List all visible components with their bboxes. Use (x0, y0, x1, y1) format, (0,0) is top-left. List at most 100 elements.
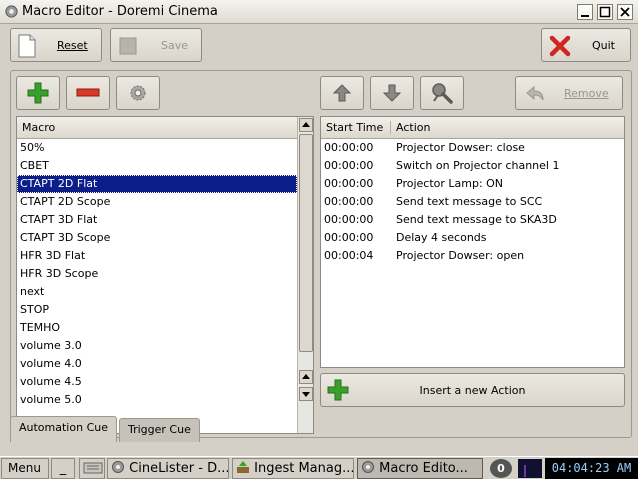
delete-macro-button[interactable] (66, 76, 110, 110)
row-action: Projector Lamp: ON (396, 177, 504, 190)
window-title: Macro Editor - Doremi Cinema (22, 4, 218, 19)
table-row[interactable]: 00:00:00 Send text message to SCC (321, 193, 624, 211)
row-action: Projector Dowser: open (396, 249, 525, 262)
scroll-up-arrow-icon (302, 122, 310, 127)
list-item[interactable]: CBET (17, 157, 297, 175)
minimize-button[interactable] (577, 4, 593, 20)
list-item[interactable]: STOP (17, 301, 297, 319)
list-item[interactable]: next (17, 283, 297, 301)
insert-action-button[interactable]: Insert a new Action (320, 373, 625, 407)
keyboard-icon (83, 462, 103, 474)
list-item[interactable]: HFR 3D Scope (17, 265, 297, 283)
table-row[interactable]: 00:00:00 Switch on Projector channel 1 (321, 157, 624, 175)
task-macro-editor-label: Macro Edito... (379, 461, 468, 476)
undo-arrow-icon (526, 85, 544, 101)
list-item[interactable]: CTAPT 2D Flat (17, 175, 297, 193)
save-label: Save (161, 39, 189, 52)
list-item[interactable]: 50% (17, 139, 297, 157)
list-item[interactable]: CTAPT 2D Scope (17, 193, 297, 211)
scroll-up-arrow-icon (302, 374, 310, 379)
scrollbar-thumb[interactable] (299, 134, 313, 352)
list-item[interactable]: volume 3.0 (17, 337, 297, 355)
list-item[interactable]: volume 4.0 (17, 355, 297, 373)
start-menu-button[interactable]: Menu (1, 458, 49, 479)
plus-icon (27, 82, 49, 104)
task-cinelister[interactable]: CineLister - D... (107, 458, 229, 479)
row-action: Projector Dowser: close (396, 141, 525, 154)
scroll-up-button[interactable] (299, 118, 313, 132)
title-bar[interactable]: Macro Editor - Doremi Cinema (0, 0, 638, 24)
arrow-down-icon (382, 84, 402, 102)
move-down-button[interactable] (370, 76, 414, 110)
scroll-up-button-lower[interactable] (299, 370, 313, 384)
macro-column-header: Macro (22, 121, 56, 134)
table-row[interactable]: 00:00:00 Send text message to SKA3D (321, 211, 624, 229)
reset-label: Reset (57, 39, 88, 52)
plus-icon (327, 379, 349, 401)
ingest-icon (237, 461, 249, 473)
list-item[interactable]: HFR 3D Flat (17, 247, 297, 265)
save-button[interactable]: Save (110, 28, 202, 62)
scroll-down-button[interactable] (299, 387, 313, 401)
terminal-launcher-button[interactable] (79, 458, 105, 479)
task-ingest-manager-label: Ingest Manag... (254, 461, 354, 476)
quit-x-icon (549, 35, 571, 57)
show-desktop-label: _ (59, 461, 67, 476)
row-start-time: 00:00:00 (324, 195, 374, 208)
macro-settings-button[interactable] (116, 76, 160, 110)
minus-icon (76, 88, 100, 97)
maximize-button[interactable] (597, 4, 613, 20)
row-action: Send text message to SKA3D (396, 213, 557, 226)
gear-icon (362, 461, 374, 473)
tray-monitor-icon[interactable] (518, 459, 542, 478)
macro-list-scrollbar[interactable] (297, 117, 313, 433)
table-row[interactable]: 00:00:00 Delay 4 seconds (321, 229, 624, 247)
start-menu-label: Menu (8, 461, 41, 475)
remove-button[interactable]: Remove (515, 76, 623, 110)
gear-icon (112, 461, 124, 473)
close-button[interactable] (617, 4, 633, 20)
row-action: Send text message to SCC (396, 195, 543, 208)
tab-automation-cue-label: Automation Cue (19, 421, 108, 434)
action-list-header[interactable]: Start Time Action (321, 117, 624, 139)
tab-automation-cue[interactable]: Automation Cue (10, 416, 117, 442)
macro-list-header[interactable]: Macro (17, 117, 297, 139)
arrow-up-icon (332, 84, 352, 102)
quit-button[interactable]: Quit (541, 28, 631, 62)
list-item[interactable]: CTAPT 3D Scope (17, 229, 297, 247)
task-ingest-manager[interactable]: Ingest Manag... (232, 458, 354, 479)
task-macro-editor[interactable]: Macro Edito... (357, 458, 483, 479)
gear-icon (130, 85, 146, 101)
quit-label: Quit (592, 39, 615, 52)
row-start-time: 00:00:00 (324, 177, 374, 190)
action-list[interactable]: Start Time Action 00:00:00 Projector Dow… (320, 116, 625, 368)
table-row[interactable]: 00:00:00 Projector Dowser: close (321, 139, 624, 157)
table-row[interactable]: 00:00:00 Projector Lamp: ON (321, 175, 624, 193)
reset-button[interactable]: Reset (10, 28, 102, 62)
row-start-time: 00:00:04 (324, 249, 374, 262)
macro-list[interactable]: Macro 50% CBET CTAPT 2D Flat CTAPT 2D Sc… (16, 116, 314, 434)
notification-badge[interactable]: 0 (490, 459, 512, 478)
row-start-time: 00:00:00 (324, 231, 374, 244)
list-item[interactable]: TEMHO (17, 319, 297, 337)
find-button[interactable] (420, 76, 464, 110)
row-start-time: 00:00:00 (324, 213, 374, 226)
show-desktop-button[interactable]: _ (51, 458, 75, 479)
move-up-button[interactable] (320, 76, 364, 110)
list-item[interactable]: CTAPT 3D Flat (17, 211, 297, 229)
notification-count: 0 (497, 462, 505, 475)
task-cinelister-label: CineLister - D... (129, 461, 229, 476)
list-item[interactable]: volume 4.5 (17, 373, 297, 391)
row-action: Delay 4 seconds (396, 231, 487, 244)
add-macro-button[interactable] (16, 76, 60, 110)
tab-trigger-cue-label: Trigger Cue (128, 423, 191, 436)
clock[interactable]: 04:04:23 AM (545, 458, 638, 479)
table-row[interactable]: 00:00:04 Projector Dowser: open (321, 247, 624, 265)
macro-rows: 50% CBET CTAPT 2D Flat CTAPT 2D Scope CT… (17, 139, 297, 409)
cpu-graph-icon (524, 465, 526, 477)
tab-trigger-cue[interactable]: Trigger Cue (119, 418, 200, 442)
taskbar: Menu _ CineLister - D... Ingest Manag...… (0, 456, 638, 479)
list-item[interactable]: volume 5.0 (17, 391, 297, 409)
magnifier-icon (432, 83, 453, 104)
maximize-icon (599, 6, 611, 18)
